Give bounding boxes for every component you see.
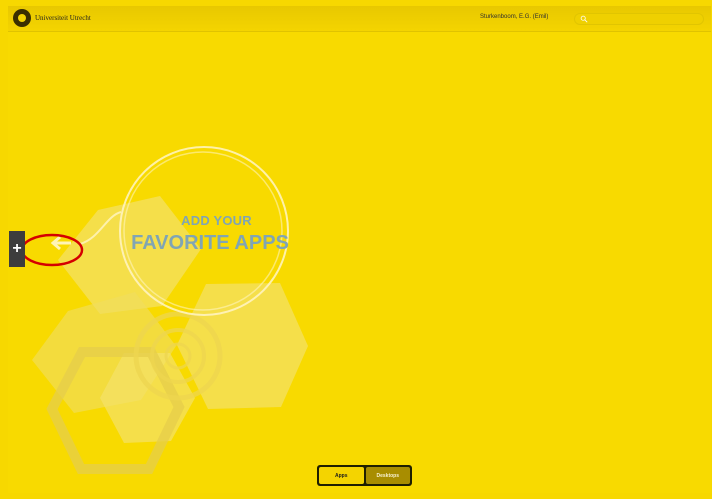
plus-icon: + bbox=[12, 240, 22, 257]
top-bar: Universiteit Utrecht Sturkenboom, E.G. (… bbox=[8, 6, 711, 32]
brand-name: Universiteit Utrecht bbox=[35, 14, 91, 22]
promo-title-line1: ADD YOUR bbox=[181, 213, 252, 228]
logo-center bbox=[18, 14, 26, 22]
university-logo bbox=[13, 9, 31, 27]
search-icon bbox=[580, 15, 588, 23]
promo-title-line2: FAVORITE APPS bbox=[131, 232, 289, 254]
search-input[interactable] bbox=[574, 13, 704, 25]
app-frame: Universiteit Utrecht Sturkenboom, E.G. (… bbox=[8, 6, 711, 493]
apps-tab[interactable]: Apps bbox=[319, 467, 364, 484]
desktops-tab[interactable]: Desktops bbox=[365, 467, 410, 484]
user-name[interactable]: Sturkenboom, E.G. (Emil) bbox=[480, 14, 548, 20]
view-switcher: Apps Desktops bbox=[317, 465, 412, 486]
background-illustration bbox=[20, 146, 308, 474]
add-app-tab[interactable]: + bbox=[9, 231, 25, 267]
